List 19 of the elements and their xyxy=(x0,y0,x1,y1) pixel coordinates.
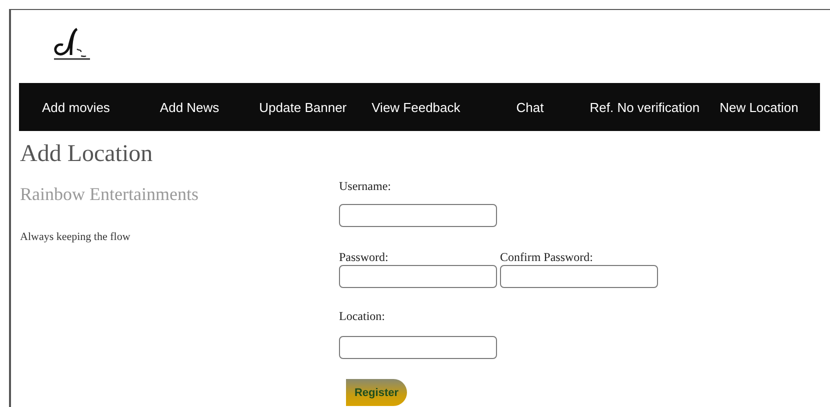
nav-link[interactable]: View Feedback xyxy=(372,100,460,114)
register-button[interactable]: Register xyxy=(346,379,407,406)
page-title: Add Location xyxy=(20,141,154,168)
field-label: Confirm Password: xyxy=(500,250,594,264)
field-label: Location: xyxy=(339,309,386,323)
nav-link[interactable]: Add movies xyxy=(42,100,110,114)
confirm-password-field[interactable] xyxy=(500,265,658,288)
nav-link[interactable]: Chat xyxy=(516,100,544,114)
nav-link[interactable]: Ref. No verification xyxy=(590,100,700,114)
field-label: Username: xyxy=(339,179,392,193)
username-field[interactable] xyxy=(339,204,497,227)
tagline: Always keeping the flow xyxy=(20,231,132,243)
field-label: Password: xyxy=(339,250,390,264)
nav-link[interactable]: New Location xyxy=(720,100,798,114)
nav-link[interactable]: Add News xyxy=(160,100,220,114)
password-field[interactable] xyxy=(339,265,497,288)
location-field[interactable] xyxy=(339,336,497,359)
nav-link[interactable]: Update Banner xyxy=(259,100,347,114)
company-name: Rainbow Entertainments xyxy=(20,184,200,205)
